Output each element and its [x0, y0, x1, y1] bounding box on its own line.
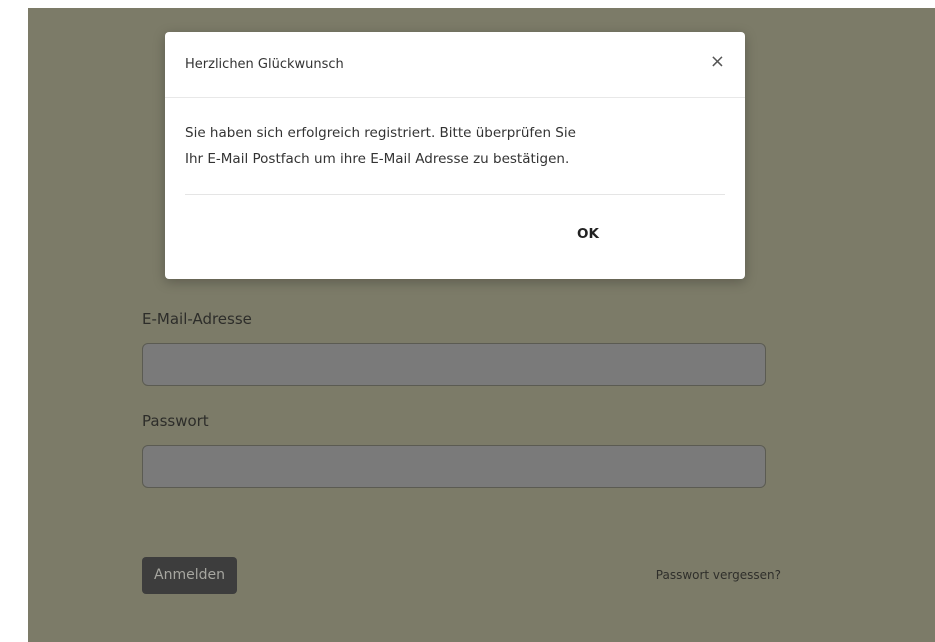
page-margin-left — [0, 0, 28, 642]
success-dialog: Herzlichen Glückwunsch × Sie haben sich … — [165, 32, 745, 279]
password-field[interactable] — [142, 445, 766, 488]
page: E-Mail-Adresse Passwort Anmelden Passwor… — [0, 0, 935, 642]
email-field[interactable] — [142, 343, 766, 386]
dialog-message: Sie haben sich erfolgreich registriert. … — [185, 120, 725, 172]
forgot-password-link[interactable]: Passwort vergessen? — [656, 568, 781, 582]
email-label: E-Mail-Adresse — [142, 310, 252, 328]
dialog-header: Herzlichen Glückwunsch × — [165, 32, 745, 98]
login-button[interactable]: Anmelden — [142, 557, 237, 594]
dialog-divider — [185, 194, 725, 195]
ok-button[interactable]: OK — [577, 226, 599, 242]
password-label: Passwort — [142, 412, 209, 430]
dialog-message-line-2: Ihr E-Mail Postfach um ihre E-Mail Adres… — [185, 151, 570, 167]
dialog-title: Herzlichen Glückwunsch — [185, 57, 344, 72]
close-icon[interactable]: × — [710, 53, 725, 71]
page-margin-top — [0, 0, 935, 8]
dialog-message-line-1: Sie haben sich erfolgreich registriert. … — [185, 125, 576, 141]
